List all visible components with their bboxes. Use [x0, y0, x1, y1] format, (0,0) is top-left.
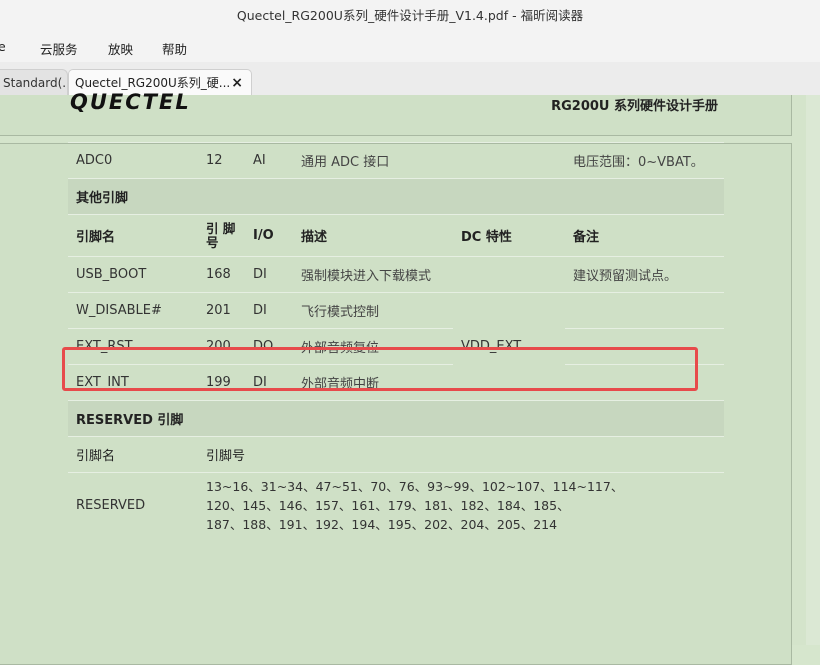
tab-label: Quectel_RG200U系列_硬... — [75, 76, 231, 90]
cell-pin-number: 12 — [198, 142, 245, 179]
window-title-bar: Quectel_RG200U系列_硬件设计手册_V1.4.pdf - 福昕阅读器 — [0, 0, 820, 32]
table-row: USB_BOOT 168 DI 强制模块进入下载模式 建议预留测试点。 — [68, 256, 724, 293]
menu-item-cloud-service[interactable]: 云服务 — [40, 39, 78, 58]
cell-pin-number: 168 — [198, 256, 245, 293]
header-pin-name: 引脚名 — [68, 436, 198, 473]
cell-io: DI — [245, 292, 293, 329]
cell-pin-name: ADC0 — [68, 142, 198, 179]
cell-dc — [453, 142, 565, 179]
header-pin-name: 引脚名 — [68, 214, 198, 257]
reserved-pins-line: 120、145、146、157、161、179、181、182、184、185、 — [206, 498, 570, 514]
document-header-title: RG200U 系列硬件设计手册 — [551, 99, 718, 114]
section-title-other-pins: 其他引脚 — [68, 178, 724, 215]
close-icon[interactable]: × — [231, 70, 243, 95]
cell-pin-name: RESERVED — [68, 472, 198, 539]
table-section-row: 其他引脚 — [68, 178, 724, 215]
highlight-box — [62, 347, 698, 391]
cell-pin-name: W_DISABLE# — [68, 292, 198, 329]
table-row: ADC0 12 AI 通用 ADC 接口 电压范围：0~VBAT。 — [68, 142, 724, 179]
section-title-reserved-pins: RESERVED 引脚 — [68, 400, 724, 437]
cell-io: AI — [245, 142, 293, 179]
table-row: W_DISABLE# 201 DI 飞行模式控制 VDD_EXT — [68, 292, 724, 401]
menu-item-presentation[interactable]: 放映 — [108, 39, 133, 58]
table-section-row: RESERVED 引脚 — [68, 400, 724, 437]
header-note: 备注 — [565, 214, 724, 257]
cell-note: 电压范围：0~VBAT。 — [565, 142, 724, 179]
cell-note — [565, 292, 724, 329]
table-header-row: 引脚名 引 脚号 I/O 描述 DC 特性 备注 — [68, 214, 724, 257]
cell-io: DI — [245, 256, 293, 293]
header-pin-number: 引 脚号 — [198, 214, 245, 257]
cell-pin-name: USB_BOOT — [68, 256, 198, 293]
cell-description: 飞行模式控制 — [293, 292, 453, 329]
cell-dc — [453, 256, 565, 293]
tab-label: Standard(... — [3, 76, 68, 90]
header-pin-number: 引脚号 — [198, 436, 724, 473]
logo-text: QUECTEL — [70, 91, 191, 113]
cell-description: 通用 ADC 接口 — [293, 142, 453, 179]
cell-note: 建议预留测试点。 — [565, 256, 724, 293]
header-io: I/O — [245, 214, 293, 257]
menu-item-help[interactable]: 帮助 — [162, 39, 187, 58]
header-dc: DC 特性 — [453, 214, 565, 257]
table-header-row: 引脚名 引脚号 — [68, 436, 724, 473]
tab-standard[interactable]: Standard(... — [0, 69, 68, 95]
cell-pin-number: 201 — [198, 292, 245, 329]
quectel-logo: QUECTEL — [70, 91, 191, 113]
cell-reserved-pins: 13~16、31~34、47~51、70、76、93~99、102~107、11… — [198, 472, 724, 539]
reserved-pins-line: 187、188、191、192、194、195、202、204、205、214 — [206, 517, 558, 533]
pin-table: ADC0 12 AI 通用 ADC 接口 电压范围：0~VBAT。 其他引脚 引… — [68, 142, 724, 539]
reserved-pins-line: 13~16、31~34、47~51、70、76、93~99、102~107、11… — [206, 479, 624, 495]
menu-bar: e 云服务 放映 帮助 — [0, 32, 820, 62]
header-description: 描述 — [293, 214, 453, 257]
menu-item-file[interactable]: e — [0, 39, 6, 54]
cell-description: 强制模块进入下载模式 — [293, 256, 453, 293]
vertical-scrollbar[interactable] — [806, 95, 820, 645]
window-title: Quectel_RG200U系列_硬件设计手册_V1.4.pdf - 福昕阅读器 — [236, 8, 584, 23]
table-row: RESERVED 13~16、31~34、47~51、70、76、93~99、1… — [68, 472, 724, 539]
